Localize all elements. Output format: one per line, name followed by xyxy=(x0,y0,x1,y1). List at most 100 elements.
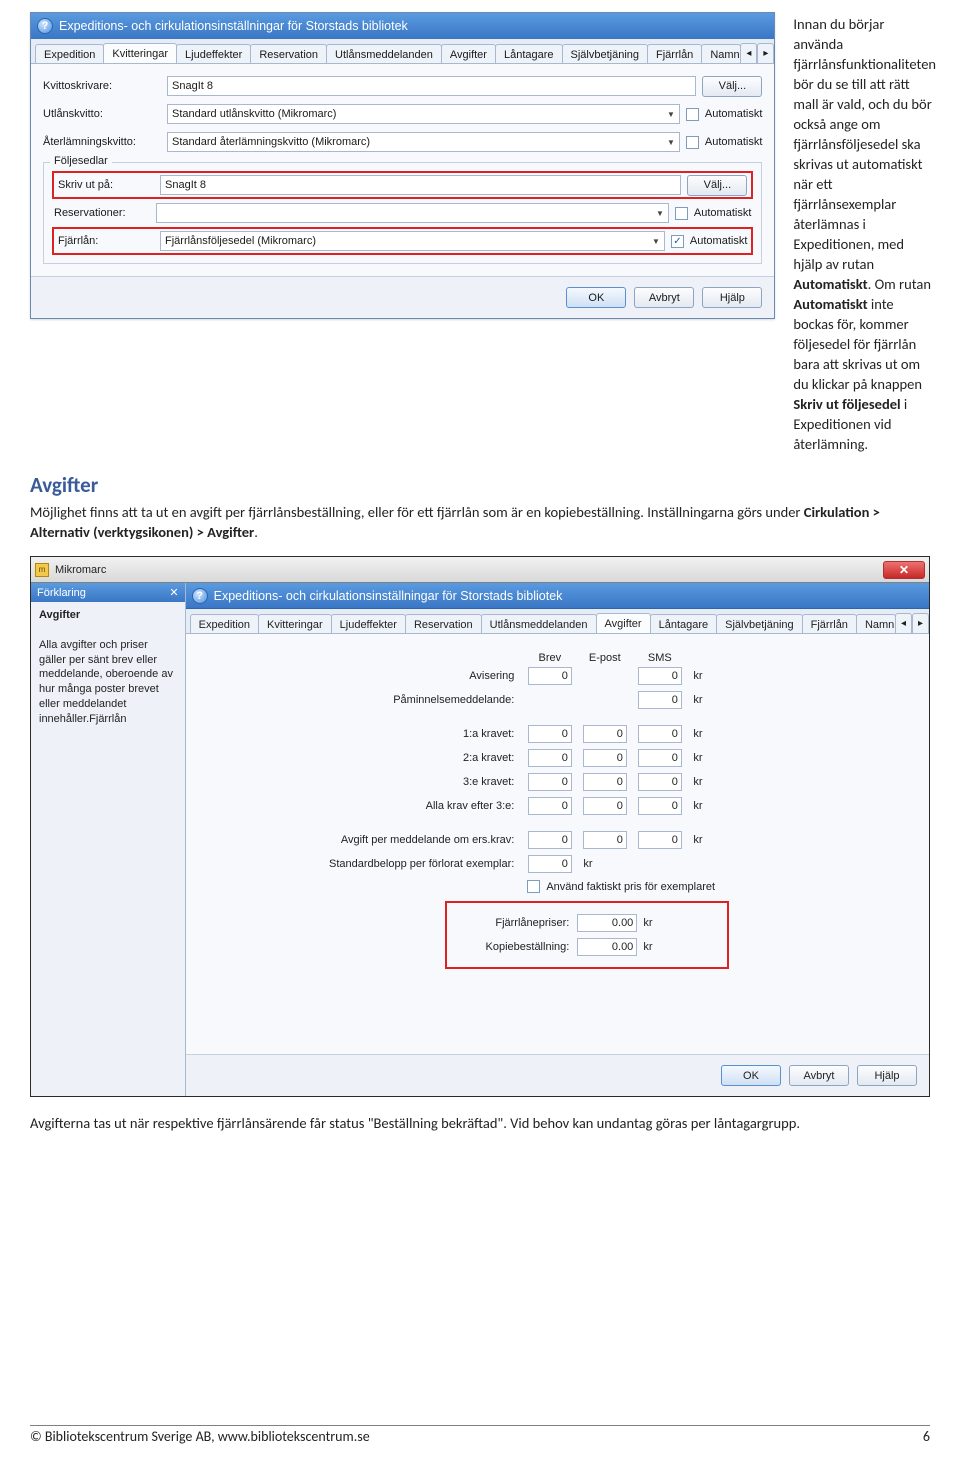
dialog-title: Expeditions- och cirkulationsinställning… xyxy=(59,19,408,33)
chevron-down-icon: ▼ xyxy=(652,237,660,246)
footer-copyright: © Bibliotekscentrum Sverige AB, www.bibl… xyxy=(30,1428,370,1445)
valj-button-kvitto[interactable]: Välj... xyxy=(702,76,762,97)
utlanskvitto-auto-checkbox[interactable] xyxy=(686,108,699,121)
tab-scroll-left-icon[interactable]: ◂ xyxy=(895,613,912,633)
close-button[interactable]: ✕ xyxy=(883,561,925,579)
erskrav-sms-input[interactable]: 0 xyxy=(638,831,682,849)
erskrav-brev-input[interactable]: 0 xyxy=(528,831,572,849)
reservationer-select[interactable]: ▼ xyxy=(156,203,669,223)
tab-namn-partial[interactable]: Namn xyxy=(701,44,741,64)
tab-reservation[interactable]: Reservation xyxy=(250,44,327,64)
row-krav2-label: 2:a kravet: xyxy=(327,752,522,764)
closing-paragraph: Avgifterna tas ut när respektive fjärrlå… xyxy=(30,1113,930,1133)
tab-kvitteringar[interactable]: Kvitteringar xyxy=(103,43,177,63)
tab-scroll-left-icon[interactable]: ◂ xyxy=(740,43,757,63)
valj-button-foljesedel[interactable]: Välj... xyxy=(687,175,747,196)
chevron-down-icon: ▼ xyxy=(667,110,675,119)
anvand-faktiskt-checkbox[interactable] xyxy=(527,880,540,893)
tab-sjalvbetjaning[interactable]: Självbetjäning xyxy=(562,44,649,64)
tab-avgifter[interactable]: Avgifter xyxy=(441,44,496,64)
krav3-brev-input[interactable]: 0 xyxy=(528,773,572,791)
col-brev: Brev xyxy=(522,652,577,664)
tab-strip: Expedition Kvitteringar Ljudeffekter Res… xyxy=(31,39,774,64)
avgifter-table: Brev E-post SMS Avisering 0 0 kr Påminne… xyxy=(327,652,787,967)
krav1-epost-input[interactable]: 0 xyxy=(583,725,627,743)
tab-lantagare[interactable]: Låntagare xyxy=(650,614,718,634)
dialog-title-bar: ? Expeditions- och cirkulationsinställni… xyxy=(31,13,774,39)
fjarrlan-auto-checkbox[interactable]: ✓ xyxy=(671,235,684,248)
tab-namn-partial[interactable]: Namn xyxy=(856,614,896,634)
krav3-sms-input[interactable]: 0 xyxy=(638,773,682,791)
tab-ljudeffekter[interactable]: Ljudeffekter xyxy=(331,614,406,634)
reservationer-auto-checkbox[interactable] xyxy=(675,207,688,220)
tab-lantagare[interactable]: Låntagare xyxy=(495,44,563,64)
mikromarc-window: m Mikromarc ✕ Förklaring ✕ Avgifter Alla… xyxy=(30,556,930,1097)
efter3-brev-input[interactable]: 0 xyxy=(528,797,572,815)
automatiskt-label: Automatiskt xyxy=(705,136,762,148)
krav2-epost-input[interactable]: 0 xyxy=(583,749,627,767)
automatiskt-label: Automatiskt xyxy=(694,207,751,219)
efter3-epost-input[interactable]: 0 xyxy=(583,797,627,815)
col-sms: SMS xyxy=(632,652,687,664)
hjalp-button[interactable]: Hjälp xyxy=(857,1065,917,1086)
tab-scroll-right-icon[interactable]: ▸ xyxy=(757,43,774,63)
aterlamningskvitto-select[interactable]: Standard återlämningskvitto (Mikromarc) … xyxy=(167,132,680,152)
ok-button[interactable]: OK xyxy=(721,1065,781,1086)
tab-fjarrlan[interactable]: Fjärrlån xyxy=(647,44,702,64)
row-krav1-label: 1:a kravet: xyxy=(327,728,522,740)
row-avisering-label: Avisering xyxy=(327,670,522,682)
krav2-sms-input[interactable]: 0 xyxy=(638,749,682,767)
sidebar-close-icon[interactable]: ✕ xyxy=(169,586,178,599)
aterlamningskvitto-auto-checkbox[interactable] xyxy=(686,136,699,149)
tab-ljudeffekter[interactable]: Ljudeffekter xyxy=(176,44,251,64)
skriv-ut-pa-label: Skriv ut på: xyxy=(58,179,154,191)
foljesedlar-group-label: Följesedlar xyxy=(50,155,112,167)
help-icon: ? xyxy=(37,18,53,34)
tab-fjarrlan[interactable]: Fjärrlån xyxy=(802,614,857,634)
kvittoskrivare-value[interactable]: SnagIt 8 xyxy=(167,76,696,96)
efter3-sms-input[interactable]: 0 xyxy=(638,797,682,815)
fjarrlanepriser-label: Fjärrlånepriser: xyxy=(457,917,577,929)
page-footer: © Bibliotekscentrum Sverige AB, www.bibl… xyxy=(30,1425,930,1445)
row-efter3-label: Alla krav efter 3:e: xyxy=(327,800,522,812)
kopiebestallning-label: Kopiebeställning: xyxy=(457,941,577,953)
aterlamningskvitto-label: Återlämningskvitto: xyxy=(43,136,161,148)
fjarrlan-label: Fjärrlån: xyxy=(58,235,154,247)
tab-expedition[interactable]: Expedition xyxy=(190,614,259,634)
kopiebestallning-input[interactable]: 0.00 xyxy=(577,938,637,956)
tab-avgifter[interactable]: Avgifter xyxy=(596,613,651,633)
app-icon: m xyxy=(35,563,49,577)
tab-reservation[interactable]: Reservation xyxy=(405,614,482,634)
paminnelse-sms-input[interactable]: 0 xyxy=(638,691,682,709)
foljesedlar-group: Följesedlar Skriv ut på: SnagIt 8 Välj..… xyxy=(43,162,762,264)
krav3-epost-input[interactable]: 0 xyxy=(583,773,627,791)
tab-utlansmeddelanden[interactable]: Utlånsmeddelanden xyxy=(326,44,442,64)
avisering-brev-input[interactable]: 0 xyxy=(528,667,572,685)
krav2-brev-input[interactable]: 0 xyxy=(528,749,572,767)
erskrav-epost-input[interactable]: 0 xyxy=(583,831,627,849)
close-icon: ✕ xyxy=(899,563,909,577)
tab-kvitteringar[interactable]: Kvitteringar xyxy=(258,614,332,634)
fjarrlan-select[interactable]: Fjärrlånsföljesedel (Mikromarc) ▼ xyxy=(160,231,665,251)
fjarrlan-priser-highlight: Fjärrlånepriser: 0.00 kr Kopiebeställnin… xyxy=(447,903,727,967)
app-title: Mikromarc xyxy=(55,564,106,576)
tab-sjalvbetjaning[interactable]: Självbetjäning xyxy=(716,614,803,634)
std-input[interactable]: 0 xyxy=(528,855,572,873)
skriv-ut-pa-value[interactable]: SnagIt 8 xyxy=(160,175,681,195)
avbryt-button[interactable]: Avbryt xyxy=(789,1065,849,1086)
utlanskvitto-select[interactable]: Standard utlånskvitto (Mikromarc) ▼ xyxy=(167,104,680,124)
fjarrlanepriser-input[interactable]: 0.00 xyxy=(577,914,637,932)
row-std-label: Standardbelopp per förlorat exemplar: xyxy=(327,858,522,870)
tab-utlansmeddelanden[interactable]: Utlånsmeddelanden xyxy=(481,614,597,634)
krav1-sms-input[interactable]: 0 xyxy=(638,725,682,743)
avisering-sms-input[interactable]: 0 xyxy=(638,667,682,685)
tab-expedition[interactable]: Expedition xyxy=(35,44,104,64)
help-icon: ? xyxy=(192,588,208,604)
ok-button[interactable]: OK xyxy=(566,287,626,308)
row-erskrav-label: Avgift per meddelande om ers.krav: xyxy=(327,834,522,846)
hjalp-button[interactable]: Hjälp xyxy=(702,287,762,308)
krav1-brev-input[interactable]: 0 xyxy=(528,725,572,743)
automatiskt-label: Automatiskt xyxy=(705,108,762,120)
avbryt-button[interactable]: Avbryt xyxy=(634,287,694,308)
tab-scroll-right-icon[interactable]: ▸ xyxy=(912,613,929,633)
